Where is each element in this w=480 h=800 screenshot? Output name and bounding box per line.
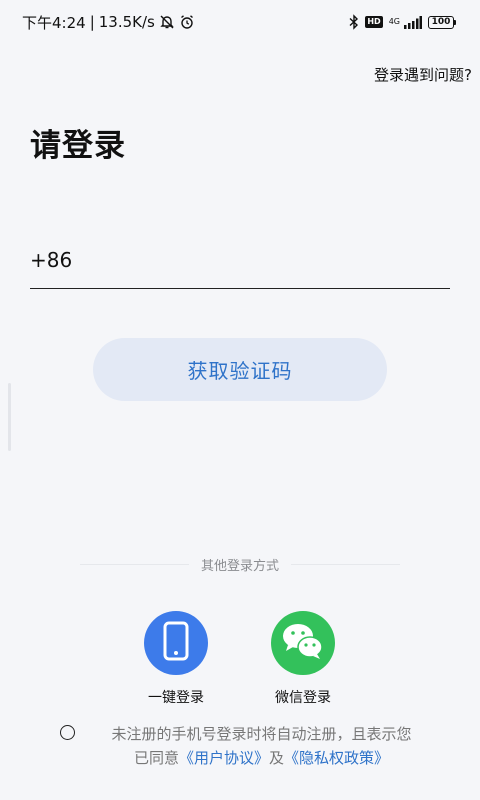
divider-line-right [291, 563, 401, 565]
divider-line-left [80, 563, 189, 565]
status-time: 下午4:24 [22, 13, 86, 32]
battery-level: 100 [428, 15, 454, 29]
page-title: 请登录 [30, 128, 126, 164]
agreement-row: 未注册的手机号登录时将自动注册，且表示您 已同意《用户协议》及《隐私权政策》 [60, 722, 440, 770]
bluetooth-icon [349, 14, 359, 30]
edge-gesture-handle [8, 383, 11, 451]
bell-muted-icon [159, 14, 175, 30]
battery-tip [454, 19, 456, 25]
privacy-policy-link[interactable]: 《隐私权政策》 [284, 749, 389, 767]
login-help-link[interactable]: 登录遇到问题? [374, 64, 472, 85]
wechat-icon [280, 621, 326, 665]
agreement-agreed: 已同意 [133, 749, 179, 767]
agreement-text: 未注册的手机号登录时将自动注册，且表示您 已同意《用户协议》及《隐私权政策》 [83, 722, 440, 770]
login-screen: 下午4:24 | 13.5K/s HD 4G 100 登录遇到问题? 请登录 +… [0, 0, 480, 800]
other-login-label: 其他登录方式 [201, 558, 280, 574]
other-login-divider: 其他登录方式 [80, 554, 401, 574]
status-bar: 下午4:24 | 13.5K/s HD 4G 100 [0, 0, 480, 44]
user-agreement-link[interactable]: 《用户协议》 [179, 749, 269, 767]
status-right: HD 4G 100 [349, 14, 456, 30]
status-net-speed: 13.5K/s [98, 13, 155, 31]
hd-badge: HD [365, 16, 383, 28]
phone-number-input[interactable] [82, 239, 450, 281]
alarm-icon [179, 14, 195, 30]
one-click-login-button[interactable]: 一键登录 [136, 611, 216, 707]
wechat-login-circle[interactable] [271, 611, 335, 675]
agreement-radio[interactable] [60, 725, 75, 740]
status-separator: | [89, 13, 95, 31]
agreement-and: 及 [269, 749, 285, 767]
phone-input-row: +86 [30, 232, 450, 289]
one-click-login-label: 一键登录 [148, 690, 204, 706]
status-left: 下午4:24 | 13.5K/s [22, 12, 195, 33]
battery-icon: 100 [428, 15, 456, 29]
phone-icon [163, 621, 189, 665]
wechat-login-button[interactable]: 微信登录 [263, 611, 343, 707]
get-verification-code-button[interactable]: 获取验证码 [93, 338, 387, 401]
wechat-login-label: 微信登录 [275, 690, 331, 706]
network-type: 4G [388, 17, 400, 26]
signal-icon [404, 15, 422, 29]
agreement-line1: 未注册的手机号登录时将自动注册，且表示您 [111, 725, 412, 743]
country-code[interactable]: +86 [30, 248, 72, 272]
one-click-login-circle[interactable] [144, 611, 208, 675]
